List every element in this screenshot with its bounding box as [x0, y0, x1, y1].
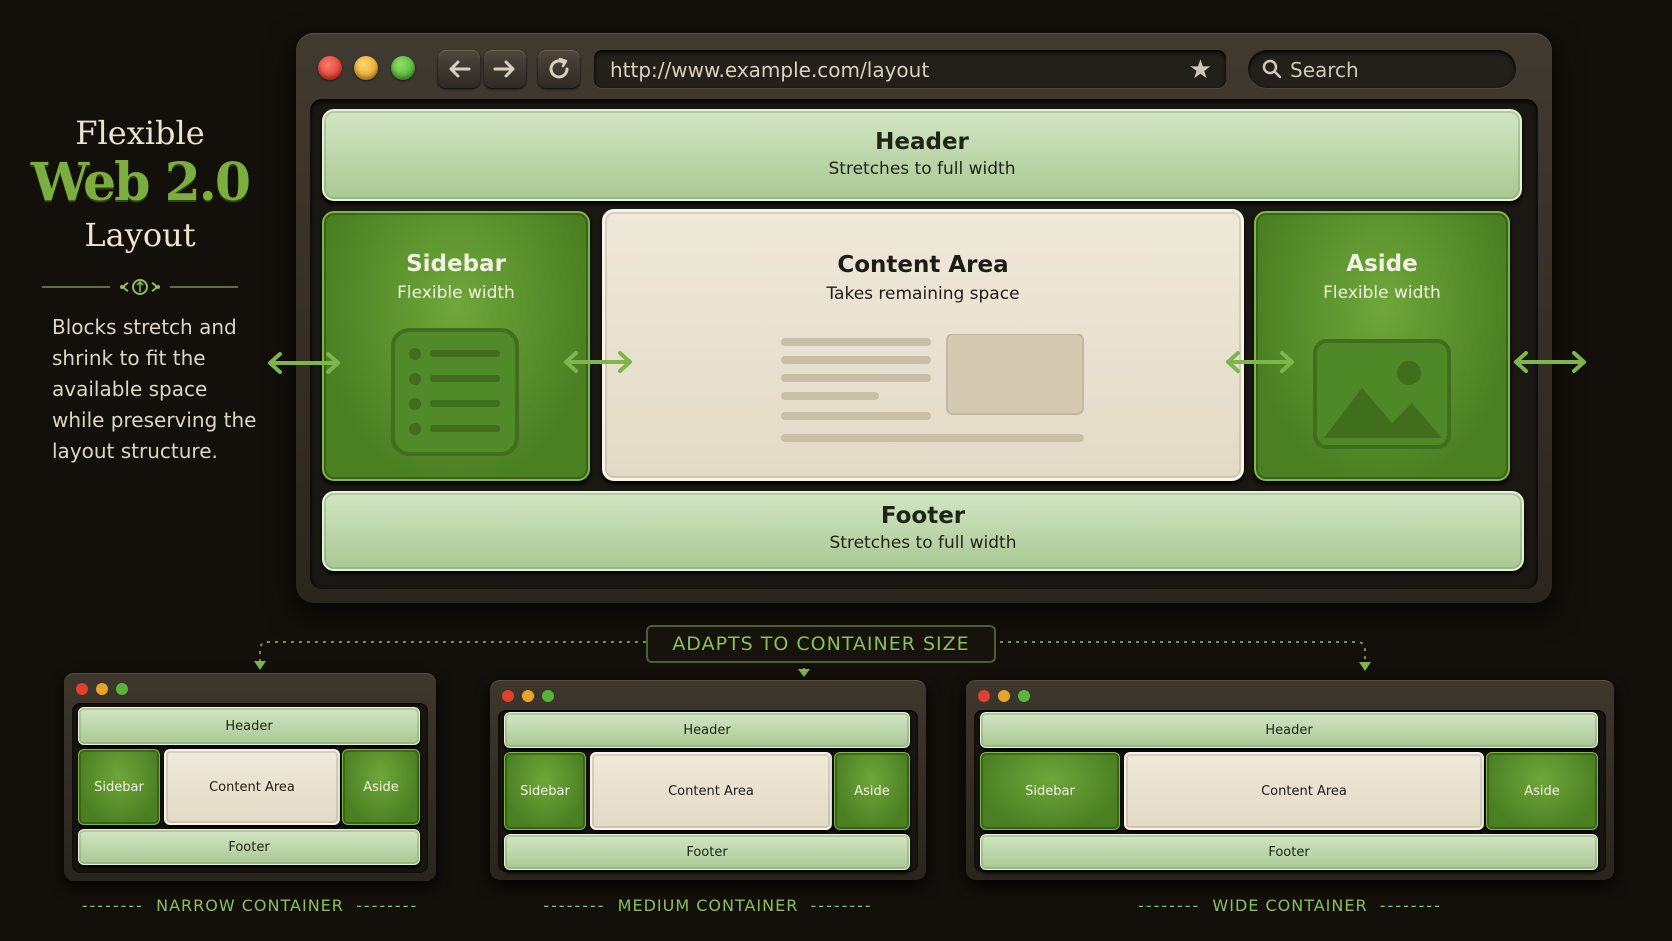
narrow-container-text: NARROW CONTAINER	[156, 896, 344, 915]
search-input[interactable]: Search	[1248, 50, 1516, 88]
medium-container-label: -------- MEDIUM CONTAINER --------	[543, 896, 873, 915]
url-bar[interactable]: http://www.example.com/layout ★	[594, 50, 1226, 88]
minimize-light-icon	[998, 690, 1010, 702]
wide-container-window: Header Sidebar Content Area Aside Footer	[966, 680, 1614, 880]
sidebar-title: Sidebar	[406, 251, 506, 277]
search-placeholder: Search	[1290, 58, 1359, 82]
resize-arrow-left-icon	[268, 352, 340, 374]
wide-sidebar: Sidebar	[980, 752, 1120, 830]
narrow-viewport: Header Sidebar Content Area Aside Footer	[72, 703, 428, 873]
medium-sidebar: Sidebar	[504, 752, 586, 830]
close-light-icon	[978, 690, 990, 702]
medium-content: Content Area	[590, 752, 832, 830]
wide-header: Header	[980, 712, 1598, 748]
medium-aside: Aside	[834, 752, 910, 830]
wide-aside: Aside	[1486, 752, 1598, 830]
content-subtitle: Takes remaining space	[826, 284, 1020, 304]
maximize-light-icon	[116, 683, 128, 695]
footer-subtitle: Stretches to full width	[829, 533, 1017, 553]
close-light-icon	[76, 683, 88, 695]
minimize-light-icon	[96, 683, 108, 695]
resize-arrow-content-aside-icon	[1226, 351, 1294, 373]
wide-container-text: WIDE CONTAINER	[1212, 896, 1368, 915]
header-title: Header	[875, 129, 969, 155]
narrow-sidebar: Sidebar	[78, 749, 160, 825]
wide-container-label: -------- WIDE CONTAINER --------	[1138, 896, 1442, 915]
minimize-light-button[interactable]	[354, 56, 378, 80]
arrow-right-icon	[493, 60, 515, 78]
reload-button[interactable]	[538, 50, 580, 88]
sidebar-subtitle: Flexible width	[397, 283, 515, 303]
aside-block: Aside Flexible width	[1254, 211, 1510, 481]
narrow-container-label: -------- NARROW CONTAINER --------	[81, 896, 419, 915]
maximize-light-icon	[1018, 690, 1030, 702]
title-line-3: Layout	[84, 216, 196, 254]
wide-footer: Footer	[980, 834, 1598, 870]
arrow-left-icon	[449, 60, 471, 78]
maximize-light-button[interactable]	[391, 56, 415, 80]
footer-title: Footer	[880, 503, 966, 529]
medium-header: Header	[504, 712, 910, 748]
content-block: Content Area Takes remaining space	[602, 209, 1244, 481]
forward-button[interactable]	[484, 50, 526, 88]
back-button[interactable]	[438, 50, 480, 88]
aside-title: Aside	[1346, 251, 1418, 277]
ornament-divider-icon	[42, 279, 238, 295]
star-icon[interactable]: ★	[1189, 55, 1212, 85]
sidebar-block: Sidebar Flexible width	[322, 211, 590, 481]
header-block: Header Stretches to full width	[322, 109, 1522, 201]
aside-subtitle: Flexible width	[1323, 283, 1441, 303]
image-icon	[1313, 339, 1451, 449]
url-text: http://www.example.com/layout	[610, 58, 930, 82]
wide-content: Content Area	[1124, 752, 1484, 830]
close-light-icon	[502, 690, 514, 702]
reload-icon	[549, 57, 569, 79]
browser-window: http://www.example.com/layout ★ Search H…	[296, 33, 1552, 603]
list-icon	[391, 328, 519, 456]
minimize-light-icon	[522, 690, 534, 702]
description-text: Blocks stretch and shrink to fit the ava…	[52, 315, 257, 463]
search-icon	[1262, 59, 1282, 79]
narrow-header: Header	[78, 707, 420, 745]
title-line-2: Web 2.0	[30, 152, 251, 213]
narrow-content: Content Area	[164, 749, 340, 825]
medium-container-text: MEDIUM CONTAINER	[617, 896, 799, 915]
footer-block: Footer Stretches to full width	[322, 491, 1524, 571]
narrow-aside: Aside	[342, 749, 420, 825]
text-image-placeholder-icon	[781, 334, 1084, 442]
browser-viewport: Header Stretches to full width Sidebar F…	[310, 99, 1538, 589]
medium-container-window: Header Sidebar Content Area Aside Footer	[490, 680, 926, 880]
medium-footer: Footer	[504, 834, 910, 870]
narrow-footer: Footer	[78, 829, 420, 865]
resize-arrow-right-icon	[1514, 351, 1586, 373]
close-light-button[interactable]	[318, 56, 342, 80]
resize-arrow-sidebar-content-icon	[564, 351, 632, 373]
header-subtitle: Stretches to full width	[828, 159, 1016, 179]
wide-viewport: Header Sidebar Content Area Aside Footer	[974, 710, 1606, 872]
maximize-light-icon	[542, 690, 554, 702]
narrow-container-window: Header Sidebar Content Area Aside Footer	[64, 673, 436, 881]
adapts-label: ADAPTS TO CONTAINER SIZE	[646, 625, 996, 663]
content-title: Content Area	[837, 252, 1009, 278]
medium-viewport: Header Sidebar Content Area Aside Footer	[498, 710, 918, 872]
title-line-1: Flexible	[75, 114, 205, 152]
